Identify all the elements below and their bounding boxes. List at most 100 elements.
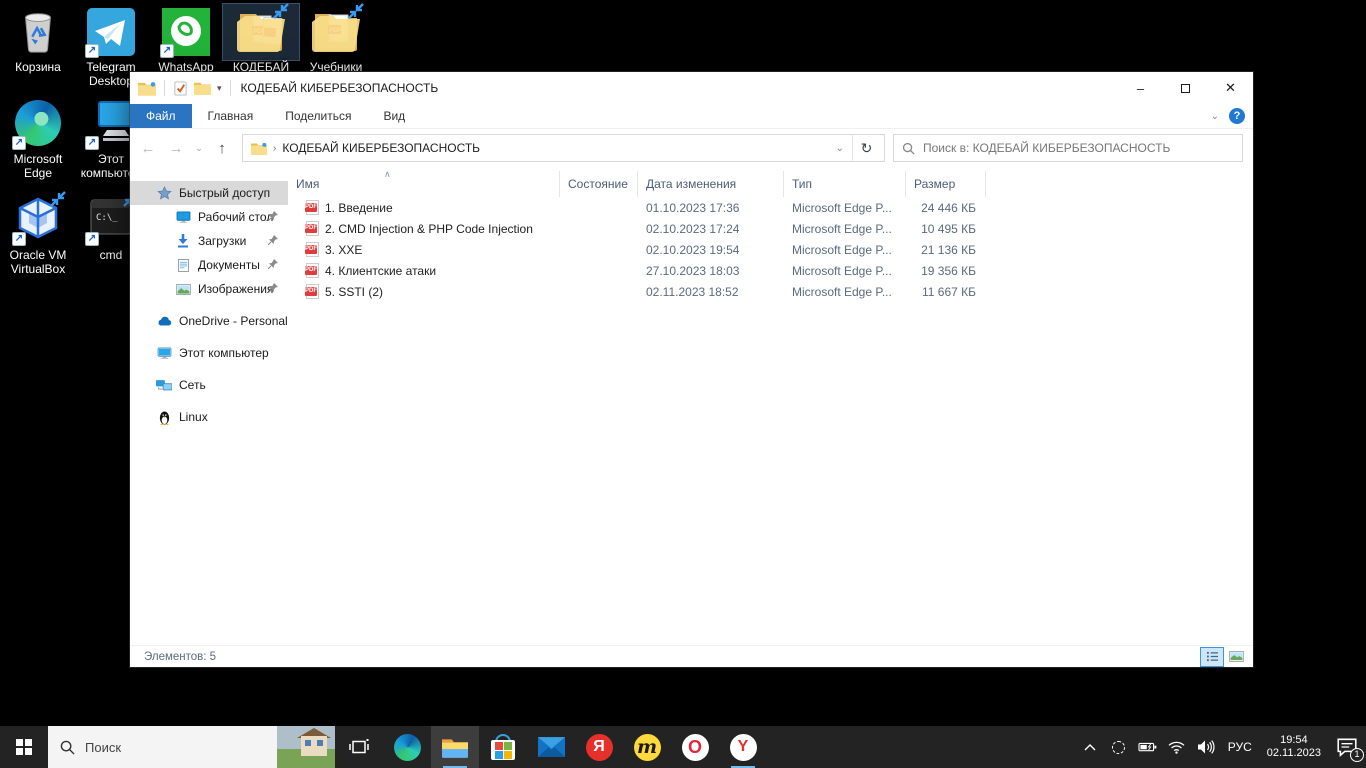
ribbon-collapse-chevron-icon[interactable]: ⌄	[1211, 111, 1219, 122]
tab-file[interactable]: Файл	[130, 104, 192, 128]
notification-badge: 1	[1350, 748, 1364, 762]
taskbar-opera-button[interactable]: O	[671, 726, 719, 768]
shortcut-arrow-overlay: ↗	[85, 136, 99, 150]
volume-icon[interactable]	[1195, 736, 1217, 758]
this-pc-monitor-icon	[156, 345, 172, 361]
battery-icon[interactable]	[1137, 736, 1159, 758]
mail-icon	[538, 737, 565, 757]
up-button[interactable]: ↑	[210, 136, 234, 160]
file-modified: 02.10.2023 19:54	[638, 243, 784, 257]
column-header-status[interactable]: Состояние	[560, 171, 638, 197]
help-button[interactable]: ?	[1229, 108, 1245, 124]
qat-properties-button[interactable]	[173, 81, 188, 96]
taskbar-m-app-button[interactable]: m	[623, 726, 671, 768]
taskbar-explorer-button[interactable]	[431, 726, 479, 768]
taskbar-search-box[interactable]	[48, 726, 335, 768]
qat-new-folder-button[interactable]	[194, 81, 211, 95]
compressed-overlay-icon	[271, 3, 289, 21]
column-header-type[interactable]: Тип	[784, 171, 906, 197]
breadcrumb-current-folder[interactable]: КОДЕБАЙ КИБЕРБЕЗОПАСНОСТЬ	[282, 141, 480, 155]
sidebar-item-documents[interactable]: Документы	[130, 253, 288, 277]
file-row[interactable]: PDF 4. Клиентские атаки 27.10.2023 18:03…	[288, 260, 1253, 281]
task-view-icon	[349, 739, 369, 755]
qat-customize-dropdown[interactable]: ▾	[217, 83, 222, 94]
items-count: Элементов: 5	[144, 651, 216, 663]
back-button[interactable]: ←	[136, 136, 160, 160]
search-highlight-image[interactable]	[277, 726, 335, 768]
wifi-icon[interactable]	[1166, 736, 1188, 758]
column-header-size[interactable]: Размер	[906, 171, 986, 197]
yandex-browser-icon: Y	[730, 734, 757, 761]
time: 19:54	[1280, 734, 1308, 746]
tab-view[interactable]: Вид	[367, 104, 421, 128]
clock[interactable]: 19:54 02.11.2023	[1263, 734, 1325, 760]
maximize-button[interactable]	[1163, 72, 1208, 104]
file-row[interactable]: PDF 5. SSTI (2) 02.11.2023 18:52 Microso…	[288, 281, 1253, 302]
sidebar-item-desktop[interactable]: Рабочий стол	[130, 205, 288, 229]
refresh-button[interactable]: ↻	[852, 135, 880, 161]
shortcut-arrow-overlay: ↗	[160, 44, 174, 58]
address-bar[interactable]: › КОДЕБАЙ КИБЕРБЕЗОПАСНОСТЬ ⌄ ↻	[242, 134, 885, 162]
desktop-icon-kodebay-folder[interactable]: PDF КОДЕБАЙ	[223, 4, 299, 74]
forward-button[interactable]: →	[164, 136, 188, 160]
pdf-file-icon: PDF	[306, 221, 319, 236]
sidebar-item-downloads[interactable]: Загрузки	[130, 229, 288, 253]
explorer-window: ▾ КОДЕБАЙ КИБЕРБЕЗОПАСНОСТЬ – ✕ Файл Гла…	[130, 72, 1253, 667]
sidebar-item-onedrive[interactable]: OneDrive - Personal	[130, 309, 288, 333]
search-box[interactable]	[893, 134, 1243, 162]
file-row[interactable]: PDF 1. Введение 01.10.2023 17:36 Microso…	[288, 197, 1253, 218]
taskbar-yandex-button[interactable]: Я	[575, 726, 623, 768]
title-bar[interactable]: ▾ КОДЕБАЙ КИБЕРБЕЗОПАСНОСТЬ – ✕	[130, 72, 1253, 104]
start-button[interactable]	[0, 726, 48, 768]
task-view-button[interactable]	[335, 726, 383, 768]
column-header-modified[interactable]: Дата изменения	[638, 171, 784, 197]
language-indicator[interactable]: РУС	[1224, 740, 1256, 754]
tab-home[interactable]: Главная	[192, 104, 270, 128]
column-header-name[interactable]: Имя	[288, 171, 560, 197]
sidebar-item-network[interactable]: Сеть	[130, 373, 288, 397]
desktop-monitor-icon	[175, 209, 191, 225]
desktop-icon-recycle-bin[interactable]: Корзина	[0, 4, 76, 74]
desktop-icon-label: Microsoft Edge	[0, 152, 76, 180]
file-modified: 02.11.2023 18:52	[638, 285, 784, 299]
desktop-icon-whatsapp[interactable]: ↗ WhatsApp	[148, 4, 224, 74]
folder-pdf-icon: PDF	[237, 8, 285, 56]
file-size: 24 446 КБ	[906, 201, 986, 215]
address-dropdown-chevron[interactable]: ⌄	[828, 143, 852, 154]
thumbnails-view-button[interactable]	[1225, 648, 1247, 666]
meet-now-icon[interactable]	[1108, 736, 1130, 758]
close-button[interactable]: ✕	[1208, 72, 1253, 104]
edge-icon	[394, 734, 421, 761]
desktop-icon-edge[interactable]: ↗ Microsoft Edge	[0, 96, 76, 180]
taskbar-search-input[interactable]	[85, 740, 235, 755]
desktop-icon-virtualbox[interactable]: ↗ Oracle VM VirtualBox	[0, 192, 76, 276]
taskbar-mail-button[interactable]	[527, 726, 575, 768]
sidebar-item-this-pc[interactable]: Этот компьютер	[130, 341, 288, 365]
hidden-icons-chevron[interactable]	[1079, 736, 1101, 758]
details-view-button[interactable]	[1201, 648, 1223, 666]
search-input[interactable]	[923, 141, 1234, 155]
taskbar-yandex-browser-button[interactable]: Y	[719, 726, 767, 768]
action-center-button[interactable]: 1	[1332, 734, 1362, 760]
taskbar-edge-button[interactable]	[383, 726, 431, 768]
sidebar-item-linux[interactable]: Linux	[130, 405, 288, 429]
file-type: Microsoft Edge P...	[784, 222, 906, 236]
sidebar-item-quick-access[interactable]: Быстрый доступ	[130, 181, 288, 205]
shortcut-arrow-overlay: ↗	[85, 44, 99, 58]
m-app-icon: m	[634, 734, 661, 761]
file-row[interactable]: PDF 3. XXE 02.10.2023 19:54 Microsoft Ed…	[288, 239, 1253, 260]
pin-icon	[268, 211, 278, 221]
pin-icon	[268, 259, 278, 269]
desktop-icon-uchebniki-folder[interactable]: PDF Учебники	[298, 4, 374, 74]
shortcut-arrow-overlay: ↗	[12, 136, 26, 150]
file-row[interactable]: PDF 2. CMD Injection & PHP Code Injectio…	[288, 218, 1253, 239]
tab-share[interactable]: Поделиться	[269, 104, 367, 128]
sort-ascending-caret-icon: ∧	[384, 169, 391, 180]
sidebar-item-pictures[interactable]: Изображения	[130, 277, 288, 301]
recent-locations-chevron[interactable]: ⌄	[192, 136, 206, 160]
taskbar-store-button[interactable]	[479, 726, 527, 768]
pdf-file-icon: PDF	[306, 242, 319, 257]
breadcrumb-separator: ›	[273, 143, 276, 154]
minimize-button[interactable]: –	[1118, 72, 1163, 104]
svg-text:C:\_: C:\_	[96, 213, 118, 223]
